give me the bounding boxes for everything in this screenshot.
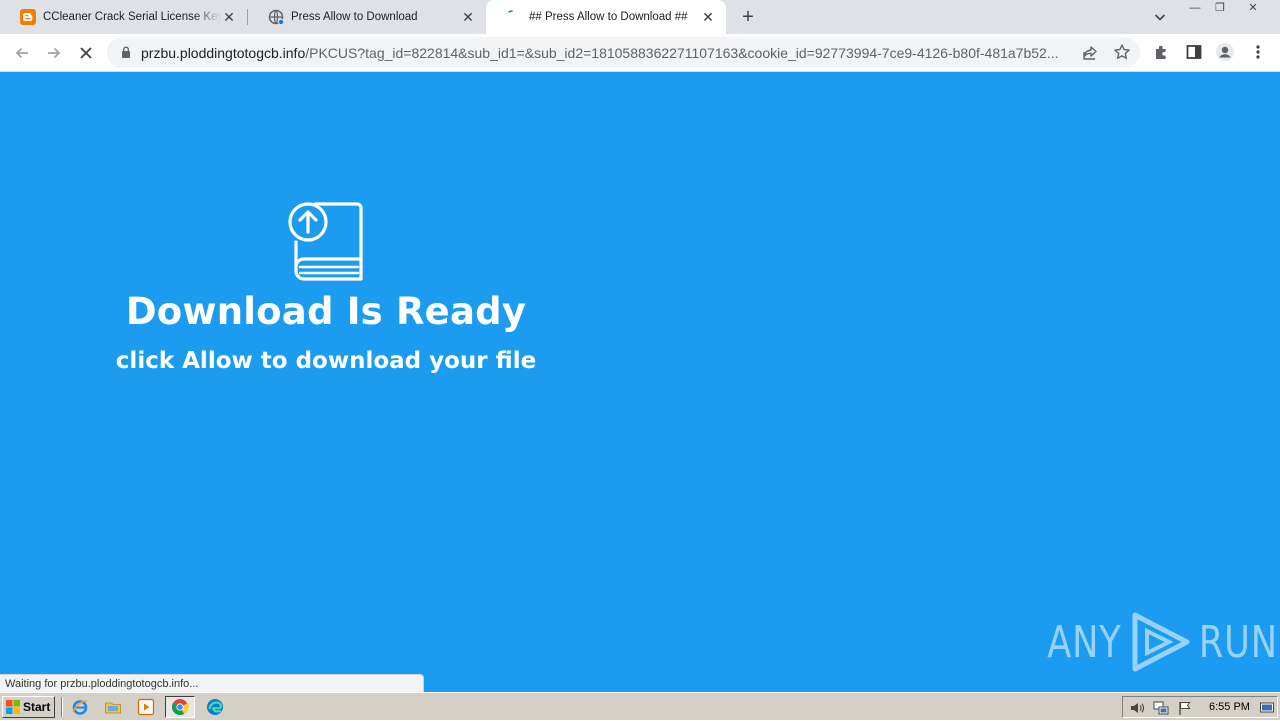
volume-icon[interactable] bbox=[1129, 700, 1145, 716]
media-player-icon[interactable] bbox=[137, 698, 155, 716]
chrome-taskbar-button[interactable] bbox=[165, 696, 195, 718]
network-icon[interactable] bbox=[1153, 700, 1169, 716]
tab-close-icon[interactable]: ✕ bbox=[700, 9, 716, 25]
taskbar-clock[interactable]: 6:55 PM bbox=[1209, 701, 1250, 713]
lock-icon[interactable] bbox=[119, 45, 133, 59]
action-center-flag-icon[interactable] bbox=[1177, 700, 1193, 716]
tab-press-allow-active[interactable]: ## Press Allow to Download ## ✕ bbox=[486, 0, 726, 34]
chrome-icon bbox=[171, 699, 189, 716]
url-host: przbu.ploddingtotogcb.info bbox=[141, 45, 306, 61]
stop-loading-button[interactable] bbox=[74, 41, 98, 65]
tab-title: Press Allow to Download bbox=[291, 11, 418, 23]
stop-x-icon bbox=[80, 47, 92, 59]
url-text[interactable]: przbu.ploddingtotogcb.info/PKCUS?tag_id=… bbox=[141, 45, 1076, 61]
tab-title: CCleaner Crack Serial License Key Free bbox=[43, 11, 221, 23]
bookmark-star-icon[interactable] bbox=[1113, 43, 1131, 61]
menu-kebab-icon[interactable] bbox=[1248, 42, 1268, 62]
show-desktop-icon[interactable] bbox=[1259, 700, 1275, 716]
tab-search-chevron-icon[interactable] bbox=[1152, 9, 1168, 25]
window-close-button[interactable]: ✕ bbox=[1242, 2, 1264, 16]
start-label: Start bbox=[23, 700, 51, 714]
anyrun-watermark: ANY RUN bbox=[1038, 610, 1280, 674]
windows-taskbar: Start 6:55 PM bbox=[0, 692, 1280, 720]
page-subtitle: click Allow to download your file bbox=[115, 348, 537, 374]
tab-close-icon[interactable]: ✕ bbox=[221, 9, 237, 25]
address-bar[interactable]: przbu.ploddingtotogcb.info/PKCUS?tag_id=… bbox=[107, 37, 1140, 68]
loading-icon bbox=[506, 9, 522, 25]
page-title: Download Is Ready bbox=[125, 290, 527, 333]
new-tab-button[interactable]: + bbox=[737, 7, 759, 27]
back-arrow-icon bbox=[15, 47, 28, 59]
tab-strip: CCleaner Crack Serial License Key Free ✕… bbox=[0, 0, 1280, 34]
tab-press-allow[interactable]: Press Allow to Download ✕ bbox=[248, 0, 486, 34]
url-path: /PKCUS?tag_id=822814&sub_id1=&sub_id2=18… bbox=[305, 45, 1059, 61]
extensions-puzzle-icon[interactable] bbox=[1152, 42, 1172, 62]
status-bar: Waiting for przbu.ploddingtotogcb.info..… bbox=[0, 674, 424, 693]
share-icon[interactable] bbox=[1081, 44, 1099, 62]
restore-button[interactable]: ❐ bbox=[1209, 2, 1231, 16]
blogger-icon bbox=[20, 9, 36, 25]
play-logo-icon bbox=[1132, 612, 1190, 672]
windows-flag-icon bbox=[6, 700, 20, 714]
forward-button[interactable] bbox=[42, 41, 66, 65]
tab-title: ## Press Allow to Download ## bbox=[529, 11, 688, 23]
start-button[interactable]: Start bbox=[2, 696, 55, 718]
page-content: Download Is Ready click Allow to downloa… bbox=[0, 72, 1280, 693]
file-explorer-icon[interactable] bbox=[104, 698, 122, 716]
minimize-button[interactable]: — bbox=[1184, 2, 1206, 16]
tab-close-icon[interactable]: ✕ bbox=[460, 9, 476, 25]
profile-avatar-icon[interactable] bbox=[1215, 42, 1235, 62]
tab-ccleaner[interactable]: CCleaner Crack Serial License Key Free ✕ bbox=[0, 0, 247, 34]
browser-toolbar: przbu.ploddingtotogcb.info/PKCUS?tag_id=… bbox=[0, 34, 1280, 72]
forward-arrow-icon bbox=[48, 47, 61, 59]
internet-explorer-icon[interactable] bbox=[71, 698, 89, 716]
system-tray: 6:55 PM bbox=[1122, 696, 1278, 718]
edge-icon[interactable] bbox=[206, 698, 224, 716]
taskbar-divider bbox=[61, 697, 63, 717]
side-panel-icon[interactable] bbox=[1184, 42, 1204, 62]
watermark-left: ANY bbox=[1047, 616, 1122, 668]
book-upload-icon bbox=[286, 200, 366, 284]
back-button[interactable] bbox=[10, 41, 34, 65]
watermark-right: RUN bbox=[1198, 616, 1278, 668]
globe-icon bbox=[268, 9, 285, 26]
